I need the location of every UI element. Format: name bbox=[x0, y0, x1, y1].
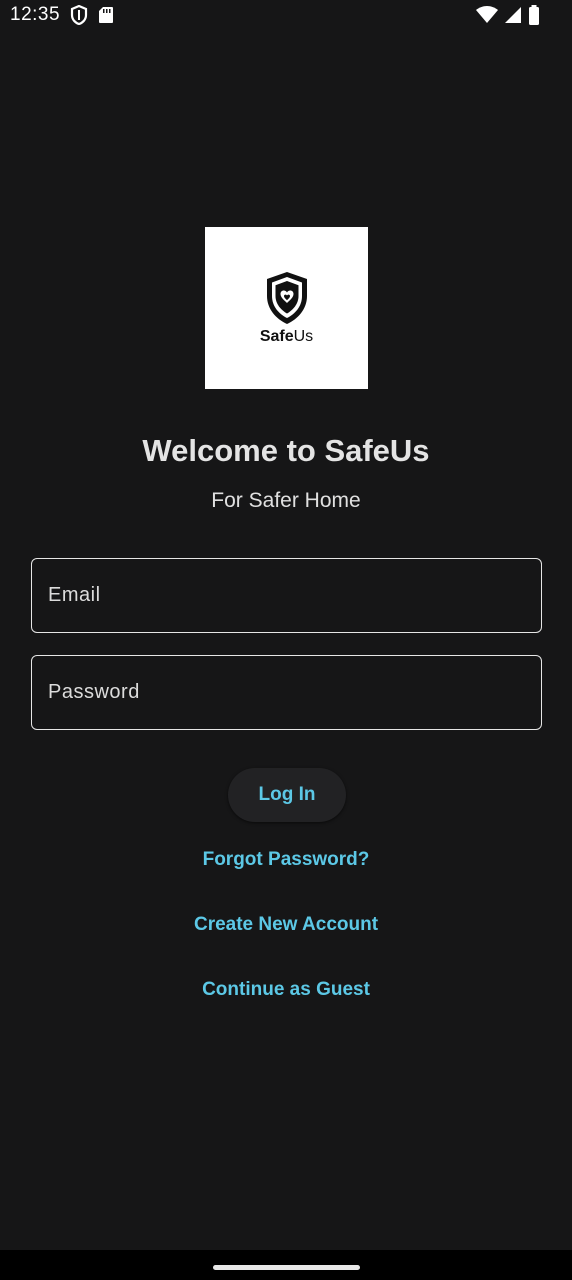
logo-brand-light: Us bbox=[293, 328, 314, 345]
password-field-container[interactable] bbox=[31, 655, 542, 730]
home-indicator[interactable] bbox=[213, 1265, 360, 1270]
signal-icon bbox=[504, 6, 522, 24]
logo-brand-bold: Safe bbox=[259, 328, 294, 345]
shield-icon bbox=[70, 5, 88, 25]
battery-icon bbox=[528, 5, 540, 25]
sd-card-icon bbox=[98, 6, 114, 24]
create-account-link[interactable]: Create New Account bbox=[0, 914, 572, 936]
login-button[interactable]: Log In bbox=[228, 768, 346, 822]
wifi-icon bbox=[476, 6, 498, 24]
app-logo: SafeUs bbox=[205, 227, 368, 389]
logo-wordmark: SafeUs bbox=[260, 328, 313, 346]
status-bar: 12:35 bbox=[0, 0, 572, 30]
status-time: 12:35 bbox=[10, 4, 61, 25]
status-left: 12:35 bbox=[10, 4, 114, 26]
email-field[interactable] bbox=[32, 584, 541, 607]
shield-heart-icon bbox=[263, 270, 311, 326]
password-field[interactable] bbox=[32, 681, 541, 704]
email-field-container[interactable] bbox=[31, 558, 542, 633]
page-subtitle: For Safer Home bbox=[211, 489, 361, 512]
forgot-password-link[interactable]: Forgot Password? bbox=[0, 849, 572, 871]
page-title: Welcome to SafeUs bbox=[142, 433, 430, 468]
continue-as-guest-link[interactable]: Continue as Guest bbox=[0, 979, 572, 1001]
status-right bbox=[476, 5, 540, 25]
